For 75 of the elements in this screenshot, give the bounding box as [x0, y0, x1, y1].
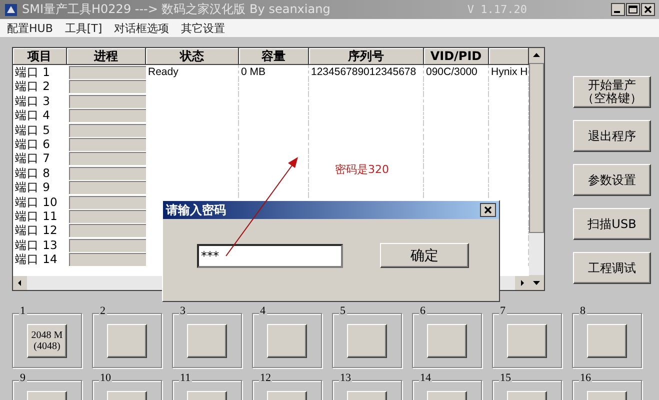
password-field[interactable]: ***: [197, 244, 343, 268]
port-cell: 端口 13: [15, 238, 58, 252]
minimize-icon[interactable]: [611, 3, 625, 16]
close-icon[interactable]: [641, 3, 655, 16]
port-cell: 端口 12: [15, 223, 58, 238]
column-header[interactable]: 容量: [239, 48, 309, 65]
scrollbar-thumb[interactable]: [529, 63, 544, 233]
ok-button[interactable]: 确定: [380, 243, 469, 268]
action-button[interactable]: 退出程序: [573, 120, 651, 152]
annotation-text: 密码是320: [335, 162, 389, 177]
port-number: 1: [19, 305, 26, 317]
port-number: 7: [499, 305, 506, 317]
column-header[interactable]: VID/PID: [424, 48, 489, 65]
port-number: 15: [499, 372, 512, 384]
menu-item[interactable]: 工具[T]: [64, 20, 102, 36]
port-button[interactable]: [347, 324, 387, 358]
action-button[interactable]: 开始量产 （空格键）: [573, 76, 651, 108]
table-cell: Hynix H: [491, 66, 528, 78]
port-cell: 端口 10: [15, 194, 58, 209]
port-button[interactable]: [107, 324, 147, 358]
port-button[interactable]: [507, 324, 547, 358]
action-button[interactable]: 参数设置: [573, 164, 651, 196]
scroll-down-icon[interactable]: [529, 275, 544, 290]
action-button[interactable]: 工程调试: [573, 252, 651, 284]
port-number: 9: [19, 372, 26, 384]
scroll-left-icon[interactable]: [13, 276, 27, 290]
table-cell: Ready: [148, 66, 178, 78]
table-cell: 123456789012345678: [311, 66, 416, 78]
port-button[interactable]: [267, 324, 307, 358]
port-number: 10: [99, 372, 112, 384]
menu-item[interactable]: 配置HUB: [7, 20, 53, 36]
port-number: 4: [259, 305, 266, 317]
port-cell: 端口 11: [15, 208, 58, 223]
action-button[interactable]: 扫描USB: [573, 208, 651, 240]
column-header[interactable]: 状态: [146, 48, 239, 65]
port-number: 13: [339, 372, 352, 384]
scroll-right-icon[interactable]: [515, 276, 529, 290]
port-cell: 端口 8: [15, 166, 50, 180]
menu-item[interactable]: 对话框选项: [114, 20, 170, 36]
column-header[interactable]: 进程: [67, 48, 146, 65]
port-button[interactable]: 2048 M (4048): [27, 324, 67, 358]
port-cell: 端口 5: [15, 122, 50, 137]
port-number: 14: [419, 372, 432, 384]
port-number: 6: [419, 305, 426, 317]
table-cell: 0 MB: [241, 66, 266, 78]
column-header[interactable]: 序列号: [309, 48, 424, 65]
port-number: 16: [579, 372, 592, 384]
port-cell: 端口 7: [15, 151, 50, 166]
column-header[interactable]: 项目: [13, 48, 67, 65]
port-number: 11: [179, 372, 192, 384]
port-button[interactable]: [187, 324, 227, 358]
app-icon: [4, 2, 18, 16]
port-button[interactable]: [427, 324, 467, 358]
port-number: 12: [259, 372, 272, 384]
port-cell: 端口 1: [15, 65, 50, 79]
port-cell: 端口 2: [15, 79, 50, 94]
menu-item[interactable]: 其它设置: [181, 20, 226, 36]
port-number: 2: [99, 305, 106, 317]
port-cell: 端口 4: [15, 108, 50, 122]
port-cell: 端口 3: [15, 94, 50, 108]
maximize-icon[interactable]: [626, 3, 640, 16]
port-number: 5: [339, 305, 346, 317]
port-cell: 端口 14: [15, 252, 58, 266]
close-icon[interactable]: [480, 203, 496, 217]
port-cell: 端口 6: [15, 136, 50, 151]
table-cell: 090C/3000: [426, 66, 478, 78]
port-button[interactable]: [587, 324, 627, 358]
port-number: 3: [179, 305, 186, 317]
version-label: V 1.17.20: [467, 3, 527, 16]
vertical-scrollbar[interactable]: [529, 48, 544, 290]
window-title: SMI量产工具H0229 ---> 数码之家汉化版 By seanxiang: [22, 1, 330, 18]
port-cell: 端口 9: [15, 180, 50, 194]
dialog-title: 请输入密码: [166, 202, 226, 218]
scroll-up-icon[interactable]: [529, 48, 544, 63]
port-number: 8: [579, 305, 586, 317]
